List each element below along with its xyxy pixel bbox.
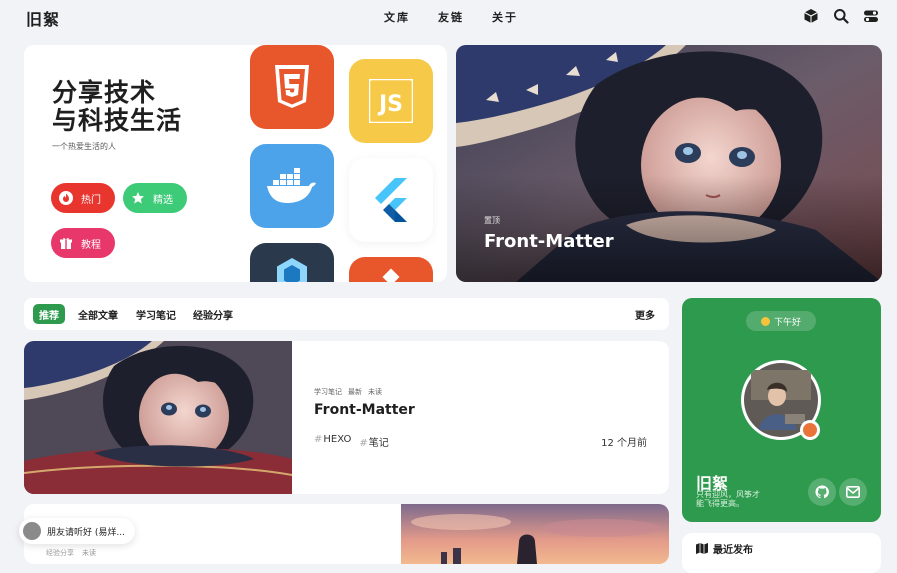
author-description: 只有迎风，风筝才能飞得更高。 [696,490,760,508]
nav-icon-group [803,8,879,24]
post-tags: HEXO 笔记 [314,434,389,449]
post-category[interactable]: 学习笔记 [314,387,342,397]
html5-icon [250,45,334,129]
more-link[interactable]: 更多 [635,304,655,324]
javascript-icon: JS [349,59,433,143]
tag-hexo[interactable]: HEXO [314,434,351,449]
github-icon [815,485,829,499]
search-icon[interactable] [833,8,849,24]
recent-posts-card: 最近发布 [682,533,881,573]
sun-icon [760,316,770,326]
main-menu: 文库 友链 关于 [384,9,518,25]
webpack-icon [250,243,334,282]
pinned-post-title: Front-Matter [484,231,614,252]
hero-title: 分享技术 与科技生活 [52,78,183,135]
pinned-label: 置顶 [484,216,500,225]
post-card[interactable]: 学习笔记 最新 未读 Front-Matter HEXO 笔记 12 个月前 [24,341,669,494]
toggle-icon[interactable] [863,8,879,24]
greeting-text: 下午好 [773,317,801,328]
fire-icon [59,191,73,205]
github-button[interactable] [808,478,836,506]
post-unread-label: 未读 [368,388,382,396]
star-icon [131,191,145,205]
post-2-category[interactable]: 经验分享 [46,548,74,558]
tab-study-notes[interactable]: 学习笔记 [136,304,176,324]
site-logo[interactable]: 旧絮 [26,6,60,30]
docker-icon [250,144,334,228]
post-newest-label: 最新 [348,388,362,396]
email-button[interactable] [839,478,867,506]
top-navbar: 旧絮 文库 友链 关于 [0,0,897,34]
post-meta: 学习笔记 最新 未读 [314,387,382,397]
mail-icon [846,486,860,498]
tab-experience[interactable]: 经验分享 [193,304,233,324]
music-toast-text: 朋友请听好 (易烊... [47,527,125,538]
greeting-badge: 下午好 [746,311,816,331]
status-dot-icon [803,423,817,437]
tab-recommended[interactable]: 推荐 [33,304,65,324]
featured-button-label: 精选 [153,194,173,206]
recent-posts-title: 最近发布 [713,545,753,556]
git-icon [349,257,433,282]
flutter-icon [349,158,433,242]
tab-all-posts[interactable]: 全部文章 [78,304,118,324]
recent-posts-header: 最近发布 [696,541,753,556]
category-tabs: 推荐 全部文章 学习笔记 经验分享 更多 [24,298,669,330]
post-thumbnail [24,341,292,494]
pinned-post-card[interactable]: 置顶 Front-Matter [456,45,882,282]
cube-icon[interactable] [803,8,819,24]
tutorial-button-label: 教程 [81,239,101,251]
menu-item-friends[interactable]: 友链 [438,9,464,25]
post-title[interactable]: Front-Matter [314,402,415,418]
hero-subtitle: 一个热爱生活的人 [52,142,116,151]
svg-text:JS: JS [377,92,403,117]
gift-icon [59,236,73,250]
hot-button[interactable]: 热门 [51,183,115,213]
post-date: 12 个月前 [601,438,647,449]
post-2-meta: 经验分享 未读 [46,548,96,558]
post-2-unread-label: 未读 [82,549,96,557]
status-badge [800,420,820,440]
music-cover-icon [23,522,41,540]
music-toast[interactable]: 朋友请听好 (易烊... [19,518,135,544]
map-icon [696,543,708,554]
hero-banner: 分享技术 与科技生活 一个热爱生活的人 热门 精选 教程 JS [24,45,447,282]
tutorial-button[interactable]: 教程 [51,228,115,258]
tag-notes[interactable]: 笔记 [359,434,389,449]
post-thumbnail-2 [401,504,669,564]
menu-item-about[interactable]: 关于 [492,9,518,25]
author-card: 下午好 旧絮 只有迎风，风筝才能飞得更高。 [682,298,881,522]
hot-button-label: 热门 [81,194,101,206]
menu-item-library[interactable]: 文库 [384,9,410,25]
featured-button[interactable]: 精选 [123,183,187,213]
